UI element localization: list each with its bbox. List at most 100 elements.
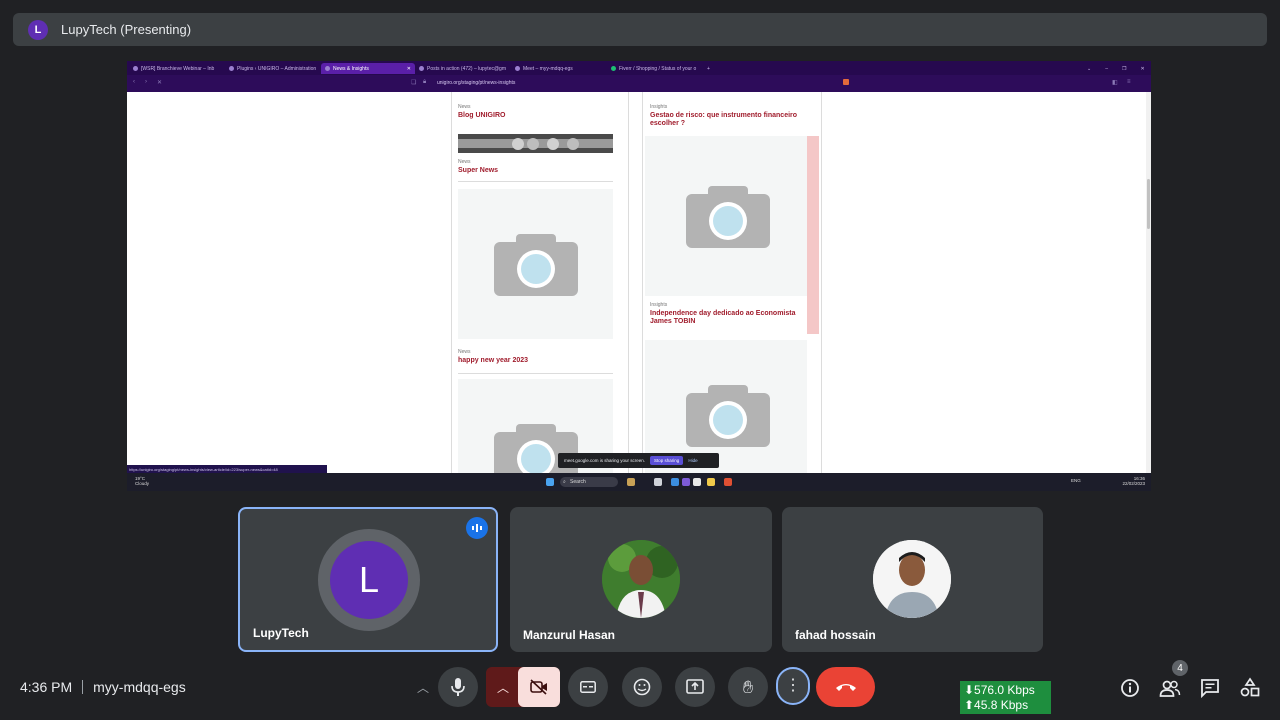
browser-tab-bar: [WSR] Branchieve Webinar – Inb Plugins ‹…: [127, 61, 1151, 75]
current-time: 4:36 PM: [20, 679, 73, 695]
leave-call-button[interactable]: [816, 667, 875, 707]
close-window-icon[interactable]: ✕: [1140, 66, 1144, 72]
browser-icon[interactable]: [682, 478, 690, 486]
avatar-initial: L: [330, 541, 408, 619]
sidebar-icon[interactable]: ◧: [1112, 79, 1118, 86]
widget-icon[interactable]: [627, 478, 635, 486]
microphone-button[interactable]: [438, 667, 478, 707]
more-options-button[interactable]: ⋮: [776, 667, 810, 705]
participant-tile-manzurul[interactable]: Manzurul Hasan: [510, 507, 772, 652]
camera-control-group: ︿: [486, 667, 560, 707]
article-title-link[interactable]: Independence day dedicado ao Economista …: [650, 310, 810, 326]
brave-icon[interactable]: [724, 478, 732, 486]
column-border: [642, 92, 643, 473]
window-controls: ⌄ – ❐ ✕: [1087, 63, 1145, 74]
row-divider: [458, 181, 613, 182]
weather-widget[interactable]: 19°C Cloudy: [135, 476, 149, 486]
activities-icon: [1240, 677, 1260, 697]
browser-tab[interactable]: Posts in action (472) – lupytec@gm: [419, 63, 506, 74]
minimize-icon[interactable]: –: [1105, 66, 1108, 72]
participant-tile-fahad[interactable]: fahad hossain: [782, 507, 1043, 652]
tab-favicon-icon: [229, 66, 234, 71]
taskbar-search[interactable]: ⌕ Search: [560, 477, 618, 487]
meeting-code: myy-mdqq-egs: [93, 679, 186, 695]
camera-placeholder-icon: [686, 186, 770, 248]
chrome-icon[interactable]: [671, 478, 679, 486]
browser-tab[interactable]: Fiverr / Shopping / Status of your o: [611, 63, 696, 74]
browser-tab-active[interactable]: News & Insights ✕: [321, 63, 415, 74]
windows-start-icon[interactable]: [546, 478, 554, 486]
captions-button[interactable]: [568, 667, 608, 707]
reload-icon[interactable]: ✕: [157, 79, 162, 86]
tab-close-icon[interactable]: ✕: [407, 66, 411, 72]
article-image-placeholder[interactable]: [458, 189, 613, 339]
article-title-link[interactable]: Super News: [458, 167, 618, 175]
page-scrollbar[interactable]: [1146, 92, 1151, 473]
network-speed-overlay: ⬇576.0 Kbps ⬆45.8 Kbps: [960, 681, 1051, 714]
bookmark-icon[interactable]: ❏: [411, 79, 416, 86]
tab-favicon-icon: [325, 66, 330, 71]
article-title-link[interactable]: Gestao de risco: que instrumento finance…: [650, 112, 815, 128]
browser-tab[interactable]: Plugins ‹ UNIGIRO – Administration: [229, 63, 316, 74]
brave-shield-icon[interactable]: [843, 79, 849, 85]
store-icon[interactable]: [693, 478, 701, 486]
page-scrollbar-thumb[interactable]: [1147, 179, 1150, 229]
hand-icon: ✋︎: [742, 676, 754, 697]
emoji-icon: [633, 678, 651, 696]
people-count-badge: 4: [1172, 660, 1188, 676]
task-view-icon[interactable]: [654, 478, 662, 486]
activities-button[interactable]: [1239, 677, 1261, 699]
camera-placeholder-icon: [686, 385, 770, 447]
search-icon: ⌕: [563, 479, 566, 485]
chevron-up-icon: ︿: [416, 680, 429, 695]
side-accent-bar: [807, 136, 819, 334]
meeting-details-button[interactable]: [1119, 677, 1141, 699]
raise-hand-button[interactable]: ✋︎: [728, 667, 768, 707]
present-icon: [686, 679, 704, 694]
tab-favicon-icon: [133, 66, 138, 71]
article-image-placeholder[interactable]: [645, 136, 807, 296]
avatar: L: [318, 529, 420, 631]
article-title-link[interactable]: Blog UNIGIRO: [458, 112, 618, 120]
shared-screen[interactable]: [WSR] Branchieve Webinar – Inb Plugins ‹…: [127, 61, 1151, 491]
upload-speed: ⬆45.8 Kbps: [964, 698, 1029, 712]
audio-options-button[interactable]: ︿: [412, 667, 434, 707]
menu-icon[interactable]: ≡: [1127, 79, 1131, 85]
tab-list-icon[interactable]: ⌄: [1087, 66, 1091, 72]
file-explorer-icon[interactable]: [707, 478, 715, 486]
tab-favicon-icon: [419, 66, 424, 71]
column-border: [628, 92, 629, 473]
user-photo-icon: [602, 540, 680, 618]
back-icon[interactable]: ‹: [133, 79, 135, 85]
participant-tile-lupytech[interactable]: L LupyTech: [238, 507, 498, 652]
reactions-button[interactable]: [622, 667, 662, 707]
new-tab-icon[interactable]: +: [707, 63, 710, 74]
system-clock[interactable]: 16:36 22/02/2023: [1122, 476, 1145, 486]
chat-icon: [1201, 679, 1219, 699]
forward-icon[interactable]: ›: [145, 79, 147, 85]
share-notice-text: meet.google.com is sharing your screen.: [564, 458, 646, 463]
camera-off-button[interactable]: [518, 667, 560, 707]
divider: [82, 680, 84, 694]
people-button[interactable]: [1159, 677, 1181, 699]
stop-sharing-button[interactable]: Stop sharing: [650, 456, 684, 465]
presenter-avatar: L: [28, 19, 48, 40]
user-photo-icon: [873, 540, 951, 618]
presenter-label: LupyTech (Presenting): [61, 22, 192, 37]
chat-button[interactable]: [1199, 677, 1221, 699]
screen-share-notice: meet.google.com is sharing your screen. …: [558, 453, 719, 468]
language-indicator[interactable]: ENG: [1071, 478, 1081, 483]
participant-name: Manzurul Hasan: [523, 628, 616, 642]
browser-tab[interactable]: Meet – myy-mdqq-egs: [515, 63, 573, 74]
article-title-link[interactable]: happy new year 2023: [458, 357, 618, 365]
browser-tab[interactable]: [WSR] Branchieve Webinar – Inb: [133, 63, 214, 74]
url-field[interactable]: unigiro.org/staging/pt/news-insights: [437, 80, 515, 86]
hide-button[interactable]: Hide: [688, 458, 697, 463]
captions-icon: [580, 681, 596, 693]
article-banner-image[interactable]: [458, 134, 613, 153]
present-screen-button[interactable]: [675, 667, 715, 707]
banner-graphic-icon: [458, 134, 613, 153]
chevron-up-icon[interactable]: ︿: [497, 679, 509, 696]
camera-off-icon: [530, 679, 547, 695]
restore-icon[interactable]: ❐: [1122, 66, 1126, 72]
